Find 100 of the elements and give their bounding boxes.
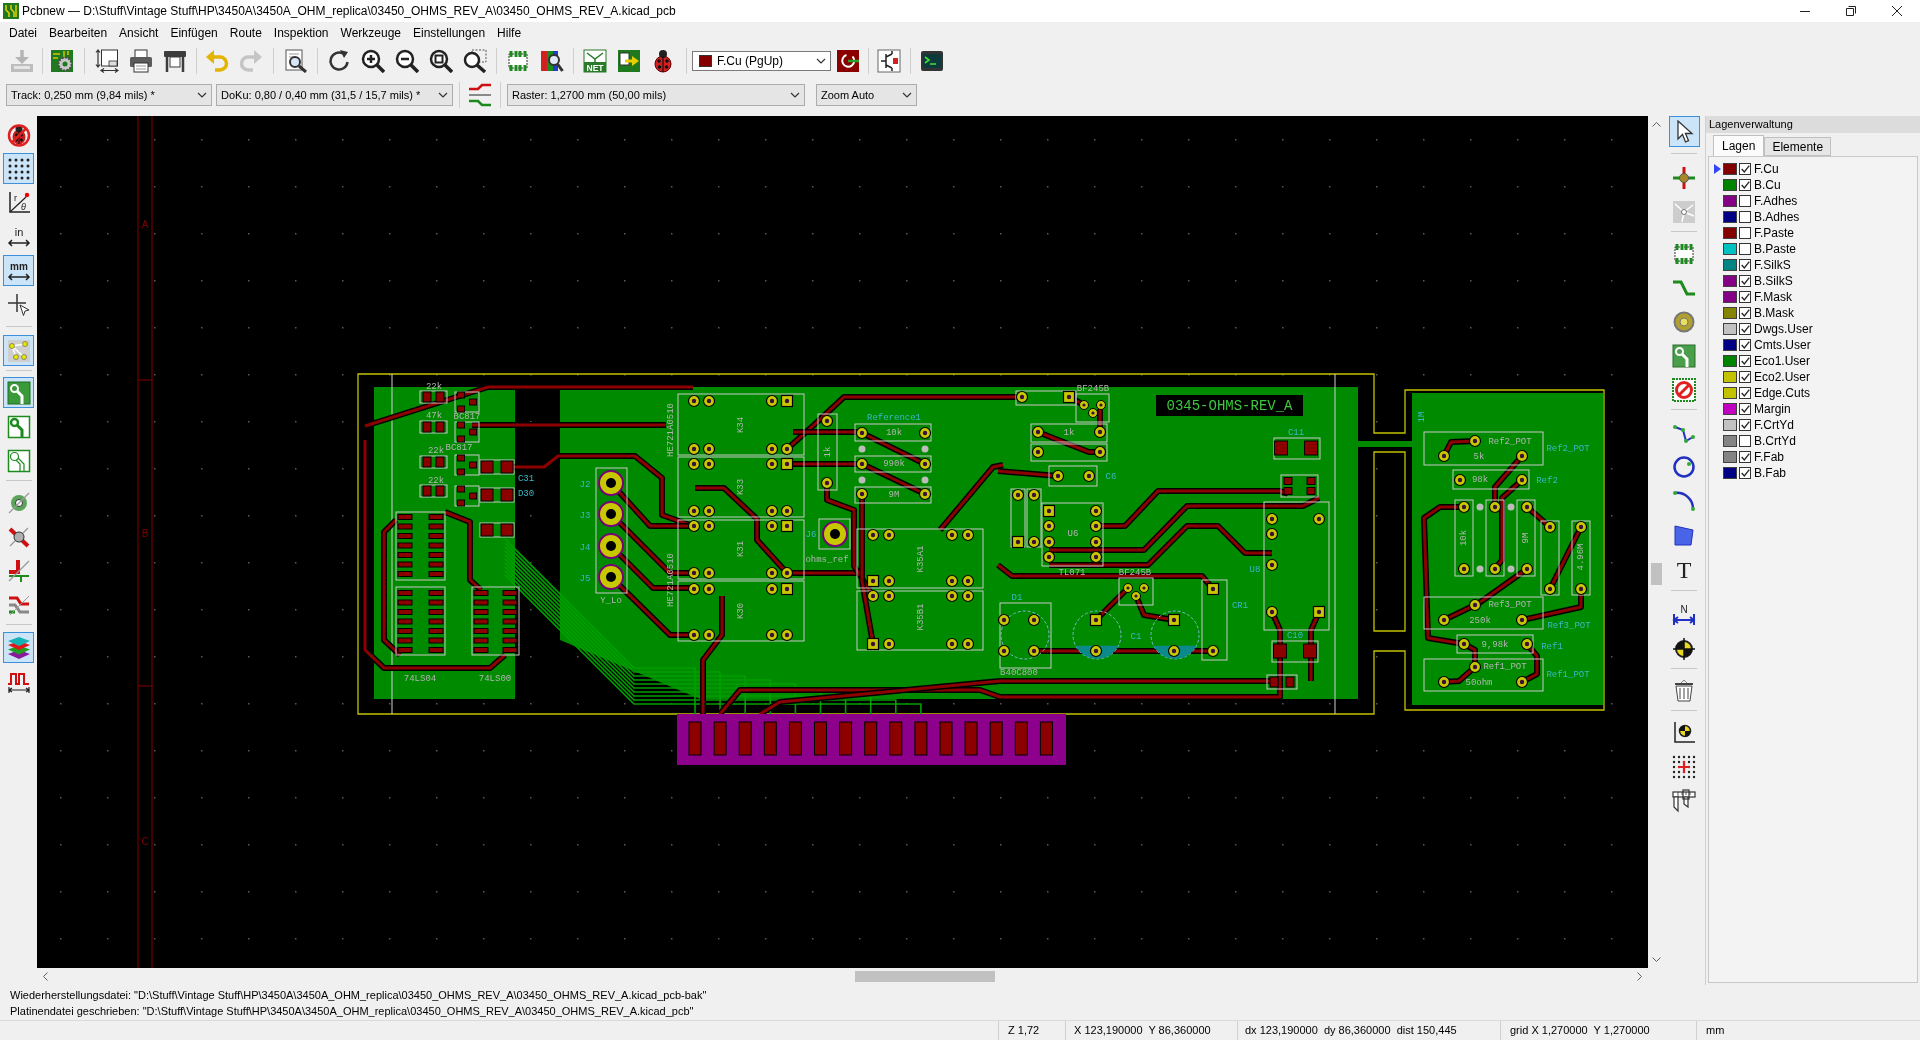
- layer-row[interactable]: B.Paste: [1709, 241, 1917, 257]
- menu-item[interactable]: Inspektion: [267, 24, 335, 42]
- layer-name: F.SilkS: [1754, 257, 1791, 274]
- layer-row[interactable]: B.Fab: [1709, 465, 1917, 481]
- layer-row[interactable]: F.Cu: [1709, 161, 1917, 177]
- connector-pad: [964, 721, 978, 756]
- diode-footprint: [479, 487, 515, 503]
- menu-item[interactable]: Einstellungen: [407, 24, 492, 42]
- layer-row[interactable]: B.Mask: [1709, 305, 1917, 321]
- visibility-checkbox[interactable]: [1739, 163, 1751, 175]
- crosshair-cursor-icon: [6, 292, 31, 317]
- keepout-icon: [1672, 377, 1696, 402]
- layer-name: Edge.Cuts: [1754, 385, 1811, 402]
- high-contrast-button[interactable]: [3, 632, 34, 663]
- layer-row[interactable]: F.Adhes: [1709, 193, 1917, 209]
- layer-row[interactable]: F.Paste: [1709, 225, 1917, 241]
- terminal-icon: [920, 49, 944, 73]
- layer-row[interactable]: B.SilkS: [1709, 273, 1917, 289]
- layer-row[interactable]: Edge.Cuts: [1709, 385, 1917, 401]
- diode-footprint: [1015, 390, 1077, 406]
- ratsnest-button[interactable]: [3, 335, 34, 366]
- visibility-checkbox[interactable]: [1739, 179, 1751, 191]
- component-label: 1k: [823, 446, 833, 458]
- zone-fill-button[interactable]: [3, 377, 34, 408]
- layer-name: F.Paste: [1754, 225, 1795, 242]
- transistor-footprint: [454, 485, 480, 507]
- component-label: K30: [736, 602, 746, 620]
- visibility-checkbox[interactable]: [1739, 195, 1751, 207]
- visibility-checkbox[interactable]: [1739, 259, 1751, 271]
- diode-footprint: [479, 459, 515, 475]
- layer-row[interactable]: F.Mask: [1709, 289, 1917, 305]
- visibility-checkbox[interactable]: [1739, 307, 1751, 319]
- app-icon: [3, 3, 19, 19]
- visibility-checkbox[interactable]: [1739, 467, 1751, 479]
- layer-row[interactable]: Eco2.User: [1709, 369, 1917, 385]
- diode-footprint: [1010, 488, 1026, 549]
- panel-tab[interactable]: Lagen: [1713, 135, 1765, 156]
- panel-tab[interactable]: Elemente: [1764, 137, 1832, 156]
- menu-item[interactable]: Ansicht: [113, 24, 165, 42]
- layer-row[interactable]: Eco1.User: [1709, 353, 1917, 369]
- layer-row[interactable]: B.Cu: [1709, 177, 1917, 193]
- via-icon: [1672, 309, 1696, 334]
- page-size-icon: [95, 49, 119, 73]
- footprint-icon: [1672, 241, 1696, 266]
- connector-pad: [839, 721, 853, 756]
- layer-row[interactable]: Dwgs.User: [1709, 321, 1917, 337]
- connector-pad: [763, 721, 777, 756]
- connector-pad: [864, 721, 878, 756]
- visibility-checkbox[interactable]: [1739, 275, 1751, 287]
- auto-track-width-button[interactable]: [466, 81, 494, 109]
- grid-toggle-button[interactable]: [3, 153, 34, 184]
- visibility-checkbox[interactable]: [1739, 243, 1751, 255]
- menu-item[interactable]: Hilfe: [491, 24, 528, 42]
- drill-hole: [858, 445, 866, 453]
- layer-row[interactable]: F.CrtYd: [1709, 417, 1917, 433]
- layer-dropdown[interactable]: F.Cu (PgUp): [692, 51, 831, 71]
- visibility-checkbox[interactable]: [1739, 339, 1751, 351]
- track-width-dropdown[interactable]: Track: 0,250 mm (9,84 mils) *: [6, 84, 212, 106]
- visibility-checkbox[interactable]: [1739, 227, 1751, 239]
- via-size-dropdown[interactable]: DoKu: 0,80 / 0,40 mm (31,5 / 15,7 mils) *: [216, 84, 453, 106]
- undo-icon: [205, 49, 229, 73]
- menu-item[interactable]: Bearbeiten: [43, 24, 114, 42]
- menu-item[interactable]: Route: [223, 24, 268, 42]
- menu-item[interactable]: Werkzeuge: [334, 24, 407, 42]
- grid-size-dropdown[interactable]: Raster: 1,2700 mm (50,00 mils): [507, 84, 805, 106]
- layer-row[interactable]: F.Fab: [1709, 449, 1917, 465]
- visibility-checkbox[interactable]: [1739, 291, 1751, 303]
- layer-row[interactable]: F.SilkS: [1709, 257, 1917, 273]
- component-label: K33: [736, 478, 746, 496]
- layer-row[interactable]: Margin: [1709, 401, 1917, 417]
- visibility-checkbox[interactable]: [1739, 387, 1751, 399]
- layer-row[interactable]: Cmts.User: [1709, 337, 1917, 353]
- zoom-dropdown[interactable]: Zoom Auto: [816, 84, 917, 106]
- visibility-checkbox[interactable]: [1739, 211, 1751, 223]
- component-label: J6: [805, 530, 817, 540]
- scrollbar-thumb[interactable]: [855, 971, 995, 982]
- visibility-checkbox[interactable]: [1739, 403, 1751, 415]
- layer-row[interactable]: B.CrtYd: [1709, 433, 1917, 449]
- visibility-checkbox[interactable]: [1739, 435, 1751, 447]
- capacitor-footprint: [1150, 610, 1200, 660]
- sheet-zone-label: B: [141, 527, 149, 539]
- capacitor-footprint: [1271, 640, 1319, 663]
- menu-item[interactable]: Datei: [3, 24, 43, 42]
- select-button[interactable]: [1668, 116, 1700, 147]
- layer-name: B.CrtYd: [1754, 433, 1796, 450]
- ic-footprint: [395, 511, 446, 581]
- visibility-checkbox[interactable]: [1739, 419, 1751, 431]
- visibility-checkbox[interactable]: [1739, 451, 1751, 463]
- component-label: Ref3_POT: [1547, 621, 1591, 631]
- menu-item[interactable]: Einfügen: [164, 24, 224, 42]
- visibility-checkbox[interactable]: [1739, 323, 1751, 335]
- ladybug-icon: [651, 49, 675, 73]
- scrollbar-thumb[interactable]: [1651, 563, 1662, 585]
- visibility-checkbox[interactable]: [1739, 371, 1751, 383]
- layer-row[interactable]: B.Adhes: [1709, 209, 1917, 225]
- visibility-checkbox[interactable]: [1739, 355, 1751, 367]
- layer-name: Margin: [1754, 401, 1791, 418]
- component-label: C1: [1130, 632, 1142, 642]
- chevron-down-icon: [816, 58, 826, 64]
- transistor-footprint: [454, 454, 480, 476]
